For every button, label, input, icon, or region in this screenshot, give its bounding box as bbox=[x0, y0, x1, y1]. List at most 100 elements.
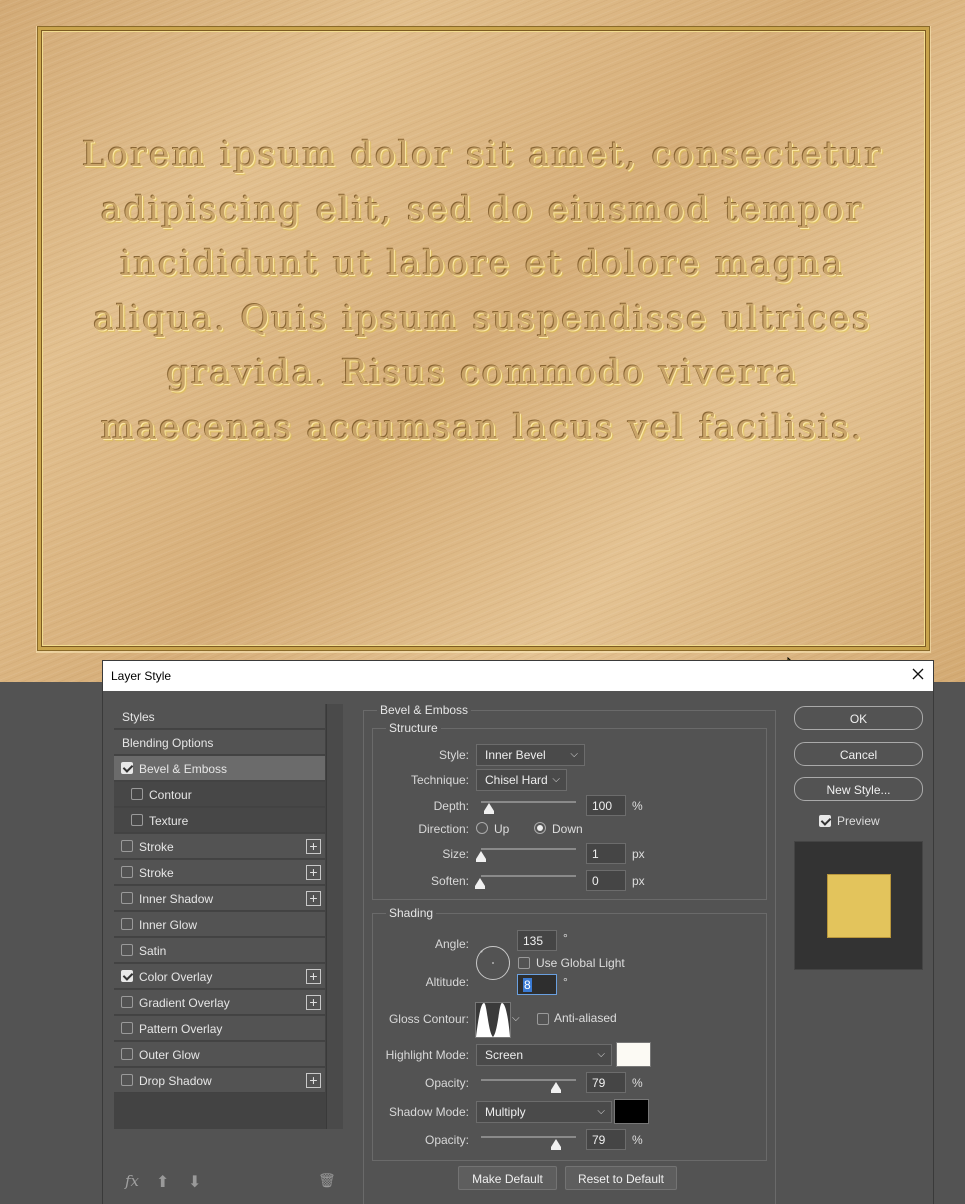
depth-slider[interactable] bbox=[481, 801, 576, 803]
drop-shadow-checkbox[interactable] bbox=[121, 1074, 133, 1086]
texture-checkbox[interactable] bbox=[131, 814, 143, 826]
soften-slider-thumb[interactable] bbox=[475, 878, 485, 889]
style-item-stroke[interactable]: Stroke + bbox=[114, 860, 325, 885]
size-slider-thumb[interactable] bbox=[476, 851, 486, 862]
contour-checkbox[interactable] bbox=[131, 788, 143, 800]
style-item-blending-options[interactable]: Blending Options bbox=[114, 730, 325, 755]
add-color-overlay-plus-icon[interactable]: + bbox=[306, 969, 321, 984]
direction-up-label: Up bbox=[494, 822, 510, 836]
chevron-down-icon: ⌵ bbox=[570, 749, 578, 760]
style-item-inner-shadow[interactable]: Inner Shadow + bbox=[114, 886, 325, 911]
style-list: Styles Blending Options Bevel & Emboss C… bbox=[114, 704, 327, 1129]
bevel-emboss-checkbox[interactable] bbox=[121, 762, 133, 774]
style-item-contour[interactable]: Contour bbox=[114, 782, 325, 807]
style-item-drop-shadow[interactable]: Drop Shadow + bbox=[114, 1068, 325, 1093]
soften-unit: px bbox=[632, 874, 645, 888]
depth-slider-thumb[interactable] bbox=[484, 803, 494, 814]
use-global-light-label: Use Global Light bbox=[536, 956, 625, 970]
highlight-opacity-input[interactable]: 79 bbox=[586, 1072, 626, 1093]
highlight-opacity-thumb[interactable] bbox=[551, 1082, 561, 1093]
add-stroke-plus-icon[interactable]: + bbox=[306, 839, 321, 854]
reset-to-default-button[interactable]: Reset to Default bbox=[565, 1166, 677, 1190]
technique-select[interactable]: Chisel Hard ⌵ bbox=[476, 769, 567, 791]
stroke-checkbox[interactable] bbox=[121, 840, 133, 852]
move-up-icon[interactable]: ⬆ bbox=[156, 1172, 169, 1192]
satin-checkbox[interactable] bbox=[121, 944, 133, 956]
cancel-button[interactable]: Cancel bbox=[794, 742, 923, 766]
fx-icon[interactable]: fx bbox=[125, 1172, 139, 1190]
outer-glow-checkbox[interactable] bbox=[121, 1048, 133, 1060]
size-input[interactable]: 1 bbox=[586, 843, 626, 864]
altitude-degree: ° bbox=[563, 975, 568, 989]
preview-box bbox=[794, 841, 923, 970]
style-item-gradient-overlay[interactable]: Gradient Overlay + bbox=[114, 990, 325, 1015]
inner-glow-checkbox[interactable] bbox=[121, 918, 133, 930]
use-global-light-checkbox[interactable] bbox=[518, 957, 530, 969]
direction-up-radio[interactable] bbox=[476, 822, 488, 834]
angle-input[interactable]: 135 bbox=[517, 930, 557, 951]
pattern-overlay-checkbox[interactable] bbox=[121, 1022, 133, 1034]
add-gradient-overlay-plus-icon[interactable]: + bbox=[306, 995, 321, 1010]
style-item-texture[interactable]: Texture bbox=[114, 808, 325, 833]
add-stroke-plus-icon[interactable]: + bbox=[306, 865, 321, 880]
shadow-opacity-input[interactable]: 79 bbox=[586, 1129, 626, 1150]
shadow-opacity-label: Opacity: bbox=[424, 1133, 469, 1147]
shadow-color-swatch[interactable] bbox=[614, 1099, 649, 1124]
depth-unit: % bbox=[632, 799, 643, 813]
move-down-icon[interactable]: ⬇ bbox=[188, 1172, 201, 1192]
altitude-label: Altitude: bbox=[425, 975, 469, 989]
make-default-button[interactable]: Make Default bbox=[458, 1166, 557, 1190]
close-icon[interactable] bbox=[911, 667, 925, 681]
style-item-bevel-emboss[interactable]: Bevel & Emboss bbox=[114, 756, 325, 781]
ok-button[interactable]: OK bbox=[794, 706, 923, 730]
shadow-opacity-unit: % bbox=[632, 1133, 643, 1147]
highlight-mode-select[interactable]: Screen ⌵ bbox=[476, 1044, 612, 1066]
direction-down-radio[interactable] bbox=[534, 822, 546, 834]
soften-input[interactable]: 0 bbox=[586, 870, 626, 891]
style-item-color-overlay[interactable]: Color Overlay + bbox=[114, 964, 325, 989]
depth-input[interactable]: 100 bbox=[586, 795, 626, 816]
angle-degree: ° bbox=[563, 931, 568, 945]
style-select[interactable]: Inner Bevel ⌵ bbox=[476, 744, 585, 766]
size-slider[interactable] bbox=[481, 848, 576, 850]
anti-aliased-label: Anti-aliased bbox=[554, 1011, 617, 1025]
stroke-checkbox[interactable] bbox=[121, 866, 133, 878]
color-overlay-checkbox[interactable] bbox=[121, 970, 133, 982]
highlight-opacity-label: Opacity: bbox=[424, 1076, 469, 1090]
list-footer: fx ⬆ ⬇ 🗑 bbox=[114, 1169, 344, 1199]
structure-title: Structure bbox=[386, 721, 441, 735]
gradient-overlay-checkbox[interactable] bbox=[121, 996, 133, 1008]
angle-dial-icon[interactable] bbox=[475, 945, 511, 981]
layer-style-dialog: Layer Style Styles Blending Options Beve… bbox=[102, 660, 934, 1204]
shadow-opacity-slider[interactable] bbox=[481, 1136, 576, 1138]
preview-checkbox[interactable] bbox=[819, 815, 831, 827]
altitude-input[interactable]: 8 bbox=[517, 974, 557, 995]
style-label: Style: bbox=[438, 748, 469, 762]
new-style-button[interactable]: New Style... bbox=[794, 777, 923, 801]
direction-label: Direction: bbox=[418, 822, 469, 836]
inner-shadow-checkbox[interactable] bbox=[121, 892, 133, 904]
style-item-styles[interactable]: Styles bbox=[114, 704, 325, 729]
dialog-titlebar[interactable]: Layer Style bbox=[103, 661, 933, 691]
add-inner-shadow-plus-icon[interactable]: + bbox=[306, 891, 321, 906]
chevron-down-icon: ⌵ bbox=[552, 774, 560, 785]
soften-slider[interactable] bbox=[481, 875, 576, 877]
anti-aliased-checkbox[interactable] bbox=[537, 1013, 549, 1025]
add-drop-shadow-plus-icon[interactable]: + bbox=[306, 1073, 321, 1088]
list-scrollbar[interactable] bbox=[327, 704, 343, 1129]
technique-label: Technique: bbox=[410, 773, 469, 787]
style-item-pattern-overlay[interactable]: Pattern Overlay bbox=[114, 1016, 325, 1041]
highlight-color-swatch[interactable] bbox=[616, 1042, 651, 1067]
shadow-mode-select[interactable]: Multiply ⌵ bbox=[476, 1101, 612, 1123]
style-item-inner-glow[interactable]: Inner Glow bbox=[114, 912, 325, 937]
highlight-opacity-slider[interactable] bbox=[481, 1079, 576, 1081]
chevron-down-icon: ⌵ bbox=[597, 1049, 605, 1060]
gloss-contour-chevron-icon[interactable]: ⌵ bbox=[512, 1013, 520, 1024]
style-item-satin[interactable]: Satin bbox=[114, 938, 325, 963]
style-item-outer-glow[interactable]: Outer Glow bbox=[114, 1042, 325, 1067]
size-unit: px bbox=[632, 847, 645, 861]
gloss-contour-preview-icon[interactable] bbox=[475, 1002, 511, 1038]
shadow-opacity-thumb[interactable] bbox=[551, 1139, 561, 1150]
trash-icon[interactable]: 🗑 bbox=[318, 1172, 336, 1189]
style-item-stroke[interactable]: Stroke + bbox=[114, 834, 325, 859]
